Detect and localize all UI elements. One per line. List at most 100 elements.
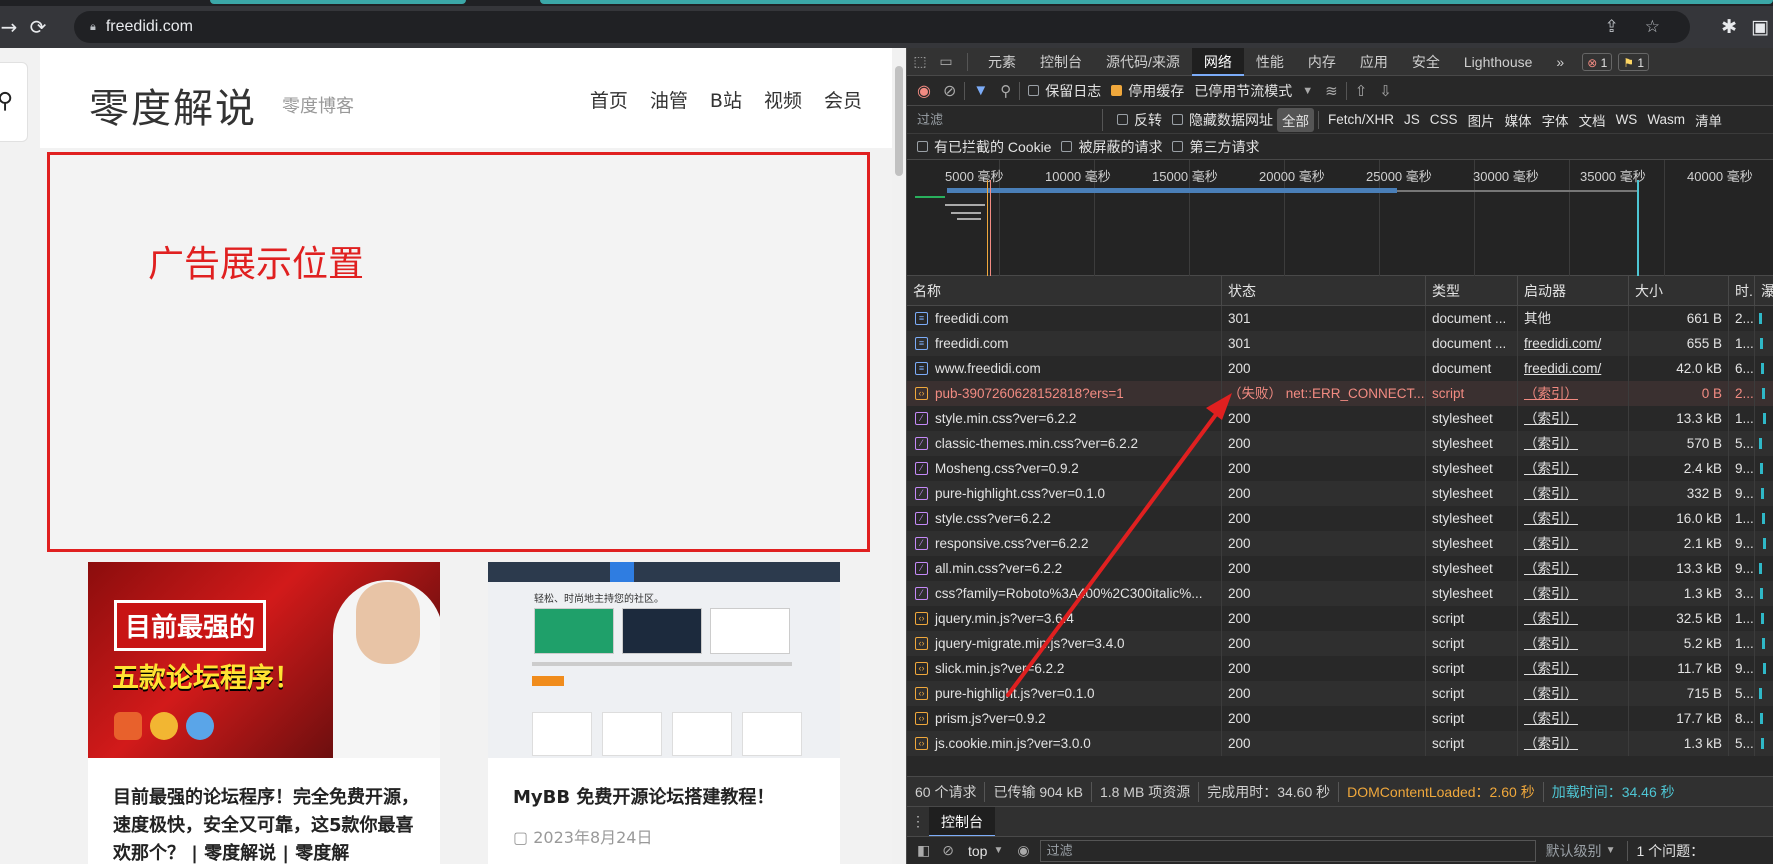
- cell-initiator[interactable]: freedidi.com/: [1518, 331, 1629, 356]
- console-filter-input[interactable]: 过滤: [1039, 839, 1536, 862]
- more-tabs-icon[interactable]: »: [1544, 48, 1576, 76]
- cell-name[interactable]: slick.min.js?ver=6.2.2: [907, 656, 1222, 681]
- table-row[interactable]: ≡ www.freedidi.com 200 document freedidi.com…: [907, 356, 1773, 381]
- col-size[interactable]: 大小: [1629, 276, 1729, 306]
- tab-console[interactable]: 控制台: [1028, 48, 1094, 76]
- post-title[interactable]: MyBB 免费开源论坛搭建教程！: [513, 784, 823, 812]
- cell-initiator[interactable]: （索引）: [1518, 556, 1629, 581]
- cell-name[interactable]: Mosheng.css?ver=0.9.2: [907, 456, 1222, 481]
- tab-performance[interactable]: 性能: [1244, 48, 1296, 76]
- tab-network[interactable]: 网络: [1191, 48, 1244, 76]
- tab-security[interactable]: 安全: [1400, 48, 1452, 76]
- col-time[interactable]: 时.: [1729, 276, 1755, 306]
- cell-initiator[interactable]: （索引）: [1518, 481, 1629, 506]
- reload-icon[interactable]: ⟳: [18, 6, 58, 48]
- log-levels-select[interactable]: 默认级别: [1546, 841, 1602, 861]
- clear-icon[interactable]: ⊘: [943, 81, 956, 101]
- type-filter-manifest[interactable]: 清单: [1690, 108, 1727, 132]
- site-logo[interactable]: 零度解说: [89, 76, 257, 134]
- cell-initiator[interactable]: （索引）: [1518, 681, 1629, 706]
- device-toggle-icon[interactable]: ▭: [933, 53, 959, 70]
- url-text[interactable]: freedidi.com: [106, 18, 193, 36]
- cell-name[interactable]: pure-highlight.js?ver=0.1.0: [907, 681, 1222, 706]
- inspect-icon[interactable]: ⬚: [907, 53, 933, 70]
- cell-initiator[interactable]: freedidi.com/: [1518, 356, 1629, 381]
- cell-name[interactable]: all.min.css?ver=6.2.2: [907, 556, 1222, 581]
- type-filter-font[interactable]: 字体: [1537, 108, 1574, 132]
- cell-initiator[interactable]: （索引）: [1518, 381, 1629, 406]
- issues-counter[interactable]: 1 个问题：: [1627, 840, 1704, 861]
- cell-name[interactable]: jquery.min.js?ver=3.6.4: [907, 606, 1222, 631]
- table-row[interactable]: ⁄ Mosheng.css?ver=0.9.2 200 stylesheet （索引） 2…: [907, 456, 1773, 481]
- warning-badge[interactable]: ⚑ 1: [1618, 52, 1650, 71]
- search-toggle[interactable]: ⚲: [0, 62, 28, 142]
- sidebar-toggle-icon[interactable]: ◧: [917, 842, 930, 859]
- cell-name[interactable]: js.cookie.min.js?ver=3.0.0: [907, 731, 1222, 756]
- cell-name[interactable]: prism.js?ver=0.9.2: [907, 706, 1222, 731]
- export-har-icon[interactable]: ⇩: [1379, 82, 1392, 100]
- col-name[interactable]: 名称: [907, 276, 1222, 306]
- col-type[interactable]: 类型: [1426, 276, 1518, 306]
- share-icon[interactable]: ⇪: [1605, 11, 1619, 43]
- filter-input[interactable]: 过滤: [913, 108, 1103, 131]
- hide-data-urls-checkbox[interactable]: [1172, 114, 1183, 125]
- cell-initiator[interactable]: （索引）: [1518, 406, 1629, 431]
- preserve-log-checkbox[interactable]: [1028, 85, 1040, 96]
- type-filter-wasm[interactable]: Wasm: [1642, 110, 1690, 129]
- table-row[interactable]: ≡ freedidi.com 301 document ... freedidi.com…: [907, 331, 1773, 356]
- network-overview[interactable]: 5000 毫秒 10000 毫秒 15000 毫秒 20000 毫秒 25000…: [907, 160, 1773, 276]
- cell-name[interactable]: css?family=Roboto%3A400%2C300italic%...: [907, 581, 1222, 606]
- col-waterfall[interactable]: 瀑布: [1755, 276, 1773, 329]
- post-thumbnail[interactable]: 轻松、时尚地主持您的社区。: [488, 562, 840, 758]
- tab-drawer-console[interactable]: 控制台: [929, 806, 995, 837]
- chevron-down-icon[interactable]: ▼: [993, 845, 1003, 856]
- search-icon[interactable]: ⚲: [1000, 82, 1011, 100]
- cell-initiator[interactable]: （索引）: [1518, 656, 1629, 681]
- table-row[interactable]: ‹› pure-highlight.js?ver=0.1.0 200 script （索…: [907, 681, 1773, 706]
- cell-name[interactable]: style.min.css?ver=6.2.2: [907, 406, 1222, 431]
- post-title[interactable]: 目前最强的论坛程序！完全免费开源，速度极快，安全又可靠，这5款你最喜欢那个？ |…: [113, 784, 423, 864]
- third-party-checkbox[interactable]: [1172, 141, 1184, 152]
- lock-icon[interactable]: 🔒︎: [90, 20, 96, 34]
- menu-item-home[interactable]: 首页: [590, 86, 628, 113]
- forward-icon[interactable]: →: [0, 6, 18, 48]
- cell-name[interactable]: responsive.css?ver=6.2.2: [907, 531, 1222, 556]
- type-filter-all[interactable]: 全部: [1277, 107, 1314, 132]
- error-badge[interactable]: ⊗ 1: [1582, 52, 1613, 71]
- import-har-icon[interactable]: ⇧: [1355, 82, 1368, 100]
- cell-initiator[interactable]: （索引）: [1518, 431, 1629, 456]
- clear-console-icon[interactable]: ⊘: [942, 842, 954, 859]
- tab-memory[interactable]: 内存: [1296, 48, 1348, 76]
- filter-icon[interactable]: ▼: [973, 82, 988, 99]
- table-row[interactable]: ⁄ style.css?ver=6.2.2 200 stylesheet （索引） 16.…: [907, 506, 1773, 531]
- bookmark-star-icon[interactable]: ☆: [1645, 11, 1660, 43]
- tab-application[interactable]: 应用: [1348, 48, 1400, 76]
- table-row[interactable]: ⁄ css?family=Roboto%3A400%2C300italic%...…: [907, 581, 1773, 606]
- cell-name[interactable]: classic-themes.min.css?ver=6.2.2: [907, 431, 1222, 456]
- cell-name[interactable]: pub-3907260628152818?ers=1: [907, 381, 1222, 406]
- post-thumbnail[interactable]: 目前最强的 五款论坛程序！: [88, 562, 440, 758]
- cell-name[interactable]: style.css?ver=6.2.2: [907, 506, 1222, 531]
- cell-initiator[interactable]: （索引）: [1518, 531, 1629, 556]
- network-conditions-icon[interactable]: ≋: [1325, 82, 1338, 100]
- post-card[interactable]: 轻松、时尚地主持您的社区。 MyBB 免费开源论坛搭建教程！ ▢ 2023年8月…: [488, 562, 840, 864]
- table-row[interactable]: ⁄ all.min.css?ver=6.2.2 200 stylesheet （索引） 1…: [907, 556, 1773, 581]
- page-scrollbar[interactable]: [892, 48, 906, 864]
- drawer-menu-icon[interactable]: ⋮: [907, 813, 929, 830]
- eye-icon[interactable]: ◉: [1017, 842, 1029, 859]
- blocked-requests-checkbox[interactable]: [1061, 141, 1073, 152]
- type-filter-css[interactable]: CSS: [1425, 110, 1463, 129]
- table-row[interactable]: ‹› slick.min.js?ver=6.2.2 200 script （索引） 11.…: [907, 656, 1773, 681]
- cell-name[interactable]: freedidi.com: [907, 306, 1222, 331]
- menu-item-member[interactable]: 会员: [824, 86, 862, 113]
- cell-name[interactable]: freedidi.com: [907, 331, 1222, 356]
- type-filter-media[interactable]: 媒体: [1500, 108, 1537, 132]
- cell-name[interactable]: jquery-migrate.min.js?ver=3.4.0: [907, 631, 1222, 656]
- throttle-select[interactable]: 已停用节流模式: [1194, 81, 1292, 101]
- menu-item-video[interactable]: 视频: [764, 86, 802, 113]
- table-row[interactable]: ‹› prism.js?ver=0.9.2 200 script （索引） 17.7 kB…: [907, 706, 1773, 731]
- disable-cache-checkbox[interactable]: [1111, 85, 1123, 96]
- menu-item-youtube[interactable]: 油管: [650, 86, 688, 113]
- chevron-down-icon[interactable]: ▼: [1302, 85, 1313, 97]
- table-row[interactable]: ‹› jquery.min.js?ver=3.6.4 200 script （索引） 32…: [907, 606, 1773, 631]
